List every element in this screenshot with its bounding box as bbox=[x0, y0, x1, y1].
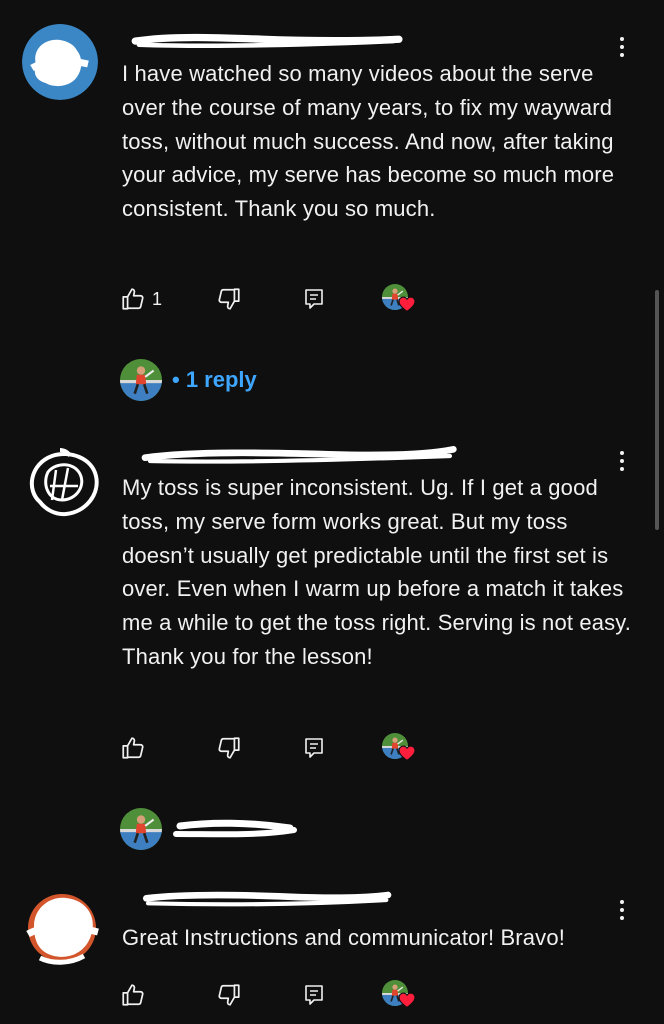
redacted-avatar bbox=[30, 448, 99, 517]
creator-heart bbox=[382, 284, 416, 316]
avatar[interactable] bbox=[22, 24, 98, 100]
comment-icon bbox=[302, 287, 326, 311]
avatar[interactable] bbox=[20, 888, 104, 972]
view-replies-button[interactable] bbox=[120, 808, 297, 850]
thumbs-up-icon bbox=[120, 735, 146, 761]
heart-icon bbox=[398, 745, 416, 761]
reply-button[interactable] bbox=[302, 284, 326, 314]
like-button[interactable]: 1 bbox=[120, 284, 162, 314]
reply-button[interactable] bbox=[302, 733, 326, 763]
comment-actions bbox=[120, 980, 440, 1010]
thumbs-up-icon bbox=[120, 286, 146, 312]
avatar[interactable] bbox=[20, 442, 104, 526]
heart-icon bbox=[398, 992, 416, 1008]
thumbs-down-icon bbox=[216, 286, 242, 312]
creator-heart bbox=[382, 980, 416, 1012]
comment-text: My toss is super inconsistent. Ug. If I … bbox=[122, 475, 632, 669]
redacted-username bbox=[141, 446, 457, 464]
redacted-username bbox=[131, 33, 403, 49]
comment-icon bbox=[302, 736, 326, 760]
comment-text: I have watched so many videos about the … bbox=[122, 61, 615, 222]
reply-avatar bbox=[120, 808, 162, 850]
view-replies-button[interactable]: • 1 reply bbox=[120, 359, 257, 401]
like-button[interactable] bbox=[120, 980, 152, 1010]
redacted-username bbox=[143, 891, 392, 907]
dislike-button[interactable] bbox=[216, 284, 242, 314]
reply-count-link[interactable]: • 1 reply bbox=[172, 367, 257, 393]
heart-icon bbox=[398, 296, 416, 312]
creator-heart bbox=[382, 733, 416, 765]
comment-actions: 1 bbox=[120, 284, 440, 314]
redacted-avatar bbox=[26, 894, 99, 965]
scroll-indicator[interactable] bbox=[655, 290, 659, 530]
reply-avatar bbox=[120, 359, 162, 401]
thumbs-down-icon bbox=[216, 982, 242, 1008]
dislike-button[interactable] bbox=[216, 733, 242, 763]
comment-text: Great Instructions and communicator! Bra… bbox=[122, 925, 565, 950]
comment-icon bbox=[302, 983, 326, 1007]
thumbs-up-icon bbox=[120, 982, 146, 1008]
dislike-button[interactable] bbox=[216, 980, 242, 1010]
comment-actions bbox=[120, 733, 440, 763]
thumbs-down-icon bbox=[216, 735, 242, 761]
like-count: 1 bbox=[152, 288, 163, 309]
reply-button[interactable] bbox=[302, 980, 326, 1010]
redacted-avatar bbox=[22, 24, 98, 100]
like-button[interactable] bbox=[120, 733, 152, 763]
redacted-reply-text bbox=[173, 819, 297, 838]
